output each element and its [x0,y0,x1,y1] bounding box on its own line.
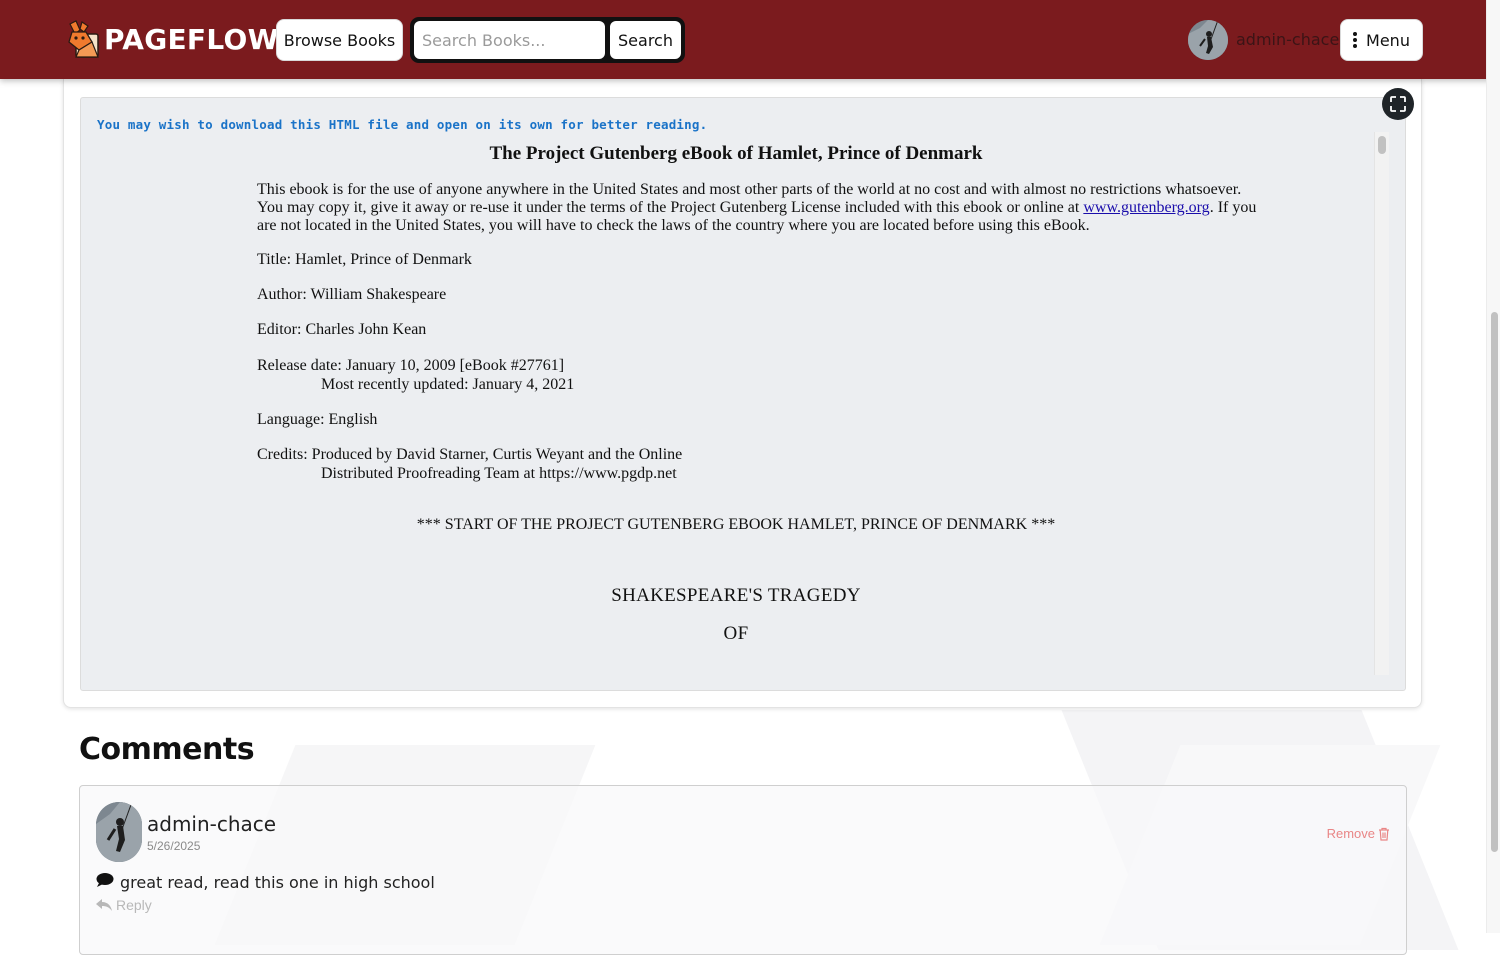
play-heading-of: OF [723,623,749,644]
credits-line: Credits: Produced by David Starner, Curt… [257,446,683,463]
menu-button[interactable]: Menu [1340,19,1423,61]
author-line: Author: William Shakespeare [257,286,447,303]
license-paragraph: This ebook is for the use of anyone anyw… [257,181,1257,234]
comment-text: great read, read this one in high school [120,873,435,892]
kebab-menu-icon [1353,30,1358,50]
comment-item: admin-chace 5/26/2025 Remove great read,… [79,785,1407,955]
comment-avatar[interactable] [96,802,142,862]
search-button[interactable]: Search [610,21,681,59]
reply-label: Reply [116,897,152,913]
book-reader-card: You may wish to download this HTML file … [63,79,1422,708]
remove-label: Remove [1326,826,1375,841]
title-line: Title: Hamlet, Prince of Denmark [257,251,472,268]
climber-photo-icon [96,802,142,862]
reader-scroll-thumb[interactable] [1378,136,1386,154]
top-navbar: PAGEFLOW Browse Books Search admin-chace… [0,0,1500,79]
language-line: Language: English [257,411,378,428]
credits-block: Credits: Produced by David Starner, Curt… [257,445,682,483]
remove-comment-button[interactable]: Remove [1327,826,1390,841]
reply-button[interactable]: Reply [96,897,152,913]
climber-photo-icon [1188,20,1228,60]
comment-author[interactable]: admin-chace [147,812,276,836]
fullscreen-button[interactable] [1382,88,1414,120]
comments-heading: Comments [79,732,255,767]
start-marker: *** START OF THE PROJECT GUTENBERG EBOOK… [416,516,1056,533]
editor-line: Editor: Charles John Kean [257,321,427,338]
user-avatar[interactable] [1188,20,1228,60]
browse-books-button[interactable]: Browse Books [276,19,403,61]
release-line: Release date: January 10, 2009 [eBook #2… [257,357,565,374]
speech-bubble-icon [96,873,114,887]
comment-date: 5/26/2025 [147,839,201,853]
reply-arrow-icon [96,899,112,911]
download-note: You may wish to download this HTML file … [97,117,708,132]
search-input[interactable] [414,21,605,59]
page-scrollbar[interactable] [1486,0,1500,933]
release-date-block: Release date: January 10, 2009 [eBook #2… [257,356,574,394]
gutenberg-link[interactable]: www.gutenberg.org [1083,199,1209,216]
updated-line: Most recently updated: January 4, 2021 [321,376,575,393]
menu-label: Menu [1366,30,1410,50]
credits-line-continued: Distributed Proofreading Team at https:/… [321,465,677,482]
fox-logo-icon [68,20,99,58]
play-heading: SHAKESPEARE'S TRAGEDY [611,585,861,606]
book-title: The Project Gutenberg eBook of Hamlet, P… [489,143,983,164]
trash-icon [1379,827,1389,841]
brand-name: PAGEFLOW [104,22,279,56]
fullscreen-icon [1390,96,1406,112]
username-label[interactable]: admin-chace [1236,30,1339,49]
brand-link[interactable]: PAGEFLOW [66,18,279,60]
page-scroll-thumb[interactable] [1491,312,1498,852]
reader-scrollbar[interactable] [1374,132,1389,675]
book-content-frame[interactable]: You may wish to download this HTML file … [80,97,1406,691]
